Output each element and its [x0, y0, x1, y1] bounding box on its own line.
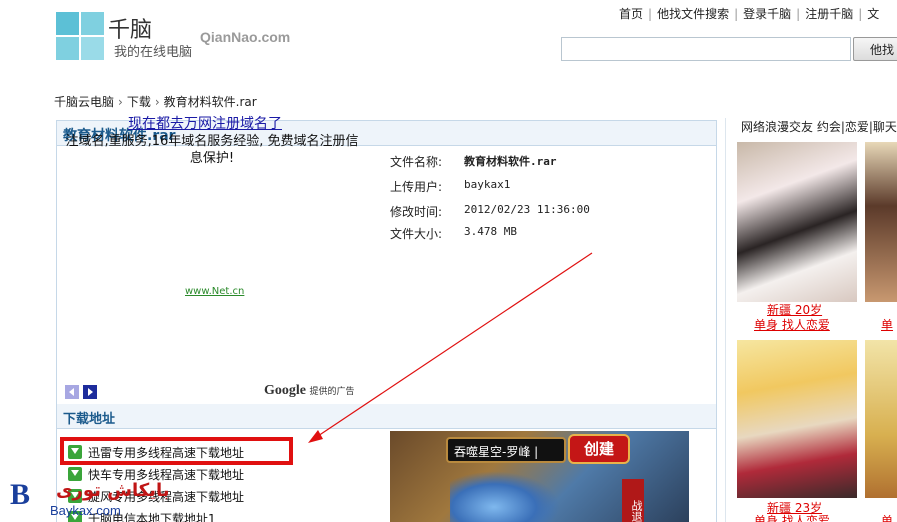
- search-button[interactable]: 他找: [853, 37, 897, 61]
- google-logo-text: Google: [264, 383, 306, 398]
- ad-next-button[interactable]: [83, 385, 97, 399]
- game-name-field: 吞噬星空-罗峰 |: [446, 437, 566, 463]
- bird-artwork: [450, 471, 560, 522]
- watermark-logo-letter: B: [10, 478, 31, 511]
- game-side-tab: 战退: [622, 479, 644, 522]
- nav-login[interactable]: 登录千脑: [738, 7, 796, 21]
- nav-home[interactable]: 首页: [614, 7, 648, 21]
- chevron-left-icon: [69, 388, 74, 396]
- ad-headline-link[interactable]: 现在都去万网注册域名了: [128, 113, 282, 133]
- info-label: 上传用户:: [390, 180, 443, 194]
- info-value-size: 3.478 MB: [464, 225, 517, 238]
- breadcrumb-current: 教育材料软件.rar: [163, 95, 257, 109]
- breadcrumb-separator-icon: ›: [154, 95, 160, 109]
- profile-photo[interactable]: [737, 142, 857, 302]
- search-input[interactable]: [561, 37, 851, 61]
- qiannao-logo-icon[interactable]: [56, 12, 104, 60]
- info-value-modified: 2012/02/23 11:36:00: [464, 203, 590, 216]
- breadcrumb-home[interactable]: 千脑云电脑: [54, 95, 114, 109]
- highlight-box: [60, 437, 293, 465]
- ad-body: 注域名,重服务,16年域名服务经验, 免费域名注册信息保护!: [65, 134, 359, 166]
- download-heading: 下载地址: [57, 404, 716, 429]
- game-create-button[interactable]: 创建: [568, 434, 630, 464]
- top-nav: 首页 | 他找文件搜索 | 登录千脑 | 注册千脑 | 文: [614, 5, 884, 22]
- logo-tagline: 我的在线电脑: [114, 45, 193, 60]
- google-ads-label[interactable]: Google 提供的广告: [264, 383, 355, 399]
- google-ads-suffix: 提供的广告: [309, 387, 355, 397]
- breadcrumb-download[interactable]: 下载: [127, 95, 151, 109]
- column-divider: [725, 118, 726, 522]
- site-domain: QianNao.com: [200, 29, 291, 45]
- info-value-uploader: baykax1: [464, 178, 511, 191]
- profile-2-line2[interactable]: 单: [881, 316, 893, 333]
- info-label: 文件名称:: [390, 155, 443, 169]
- breadcrumb: 千脑云电脑 › 下载 › 教育材料软件.rar: [54, 93, 257, 110]
- breadcrumb-separator-icon: ›: [118, 95, 123, 109]
- info-label: 文件大小:: [390, 227, 443, 241]
- ad-url-link[interactable]: www.Net.cn: [185, 286, 244, 297]
- nav-register[interactable]: 注册千脑: [800, 7, 858, 21]
- game-ad-banner[interactable]: 吞噬星空-罗峰 | 创建 战退: [390, 431, 689, 522]
- profile-1-line2[interactable]: 单身 找人恋爱: [754, 316, 830, 333]
- nav-more[interactable]: 文: [862, 7, 884, 21]
- profile-photo[interactable]: [865, 340, 897, 498]
- baykax-watermark: B بایکاش توری Baykax.com: [6, 478, 170, 522]
- logo-name[interactable]: 千脑: [108, 12, 152, 44]
- chevron-right-icon: [88, 388, 93, 396]
- watermark-url: Baykax.com: [50, 503, 121, 518]
- info-value-filename: 教育材料软件.rar: [464, 155, 557, 168]
- nav-file-search[interactable]: 他找文件搜索: [652, 7, 734, 21]
- profile-3-line2[interactable]: 单身 找人恋爱: [754, 512, 830, 522]
- profile-4-line2[interactable]: 单: [881, 512, 893, 522]
- info-label: 修改时间:: [390, 205, 443, 219]
- ad-prev-button[interactable]: [65, 385, 79, 399]
- profile-photo[interactable]: [737, 340, 857, 498]
- watermark-arabic-text: بایکاش توری: [56, 480, 170, 501]
- sidebar-heading: 网络浪漫交友 约会|恋爱|聊天: [741, 120, 897, 134]
- profile-photo[interactable]: [865, 142, 897, 302]
